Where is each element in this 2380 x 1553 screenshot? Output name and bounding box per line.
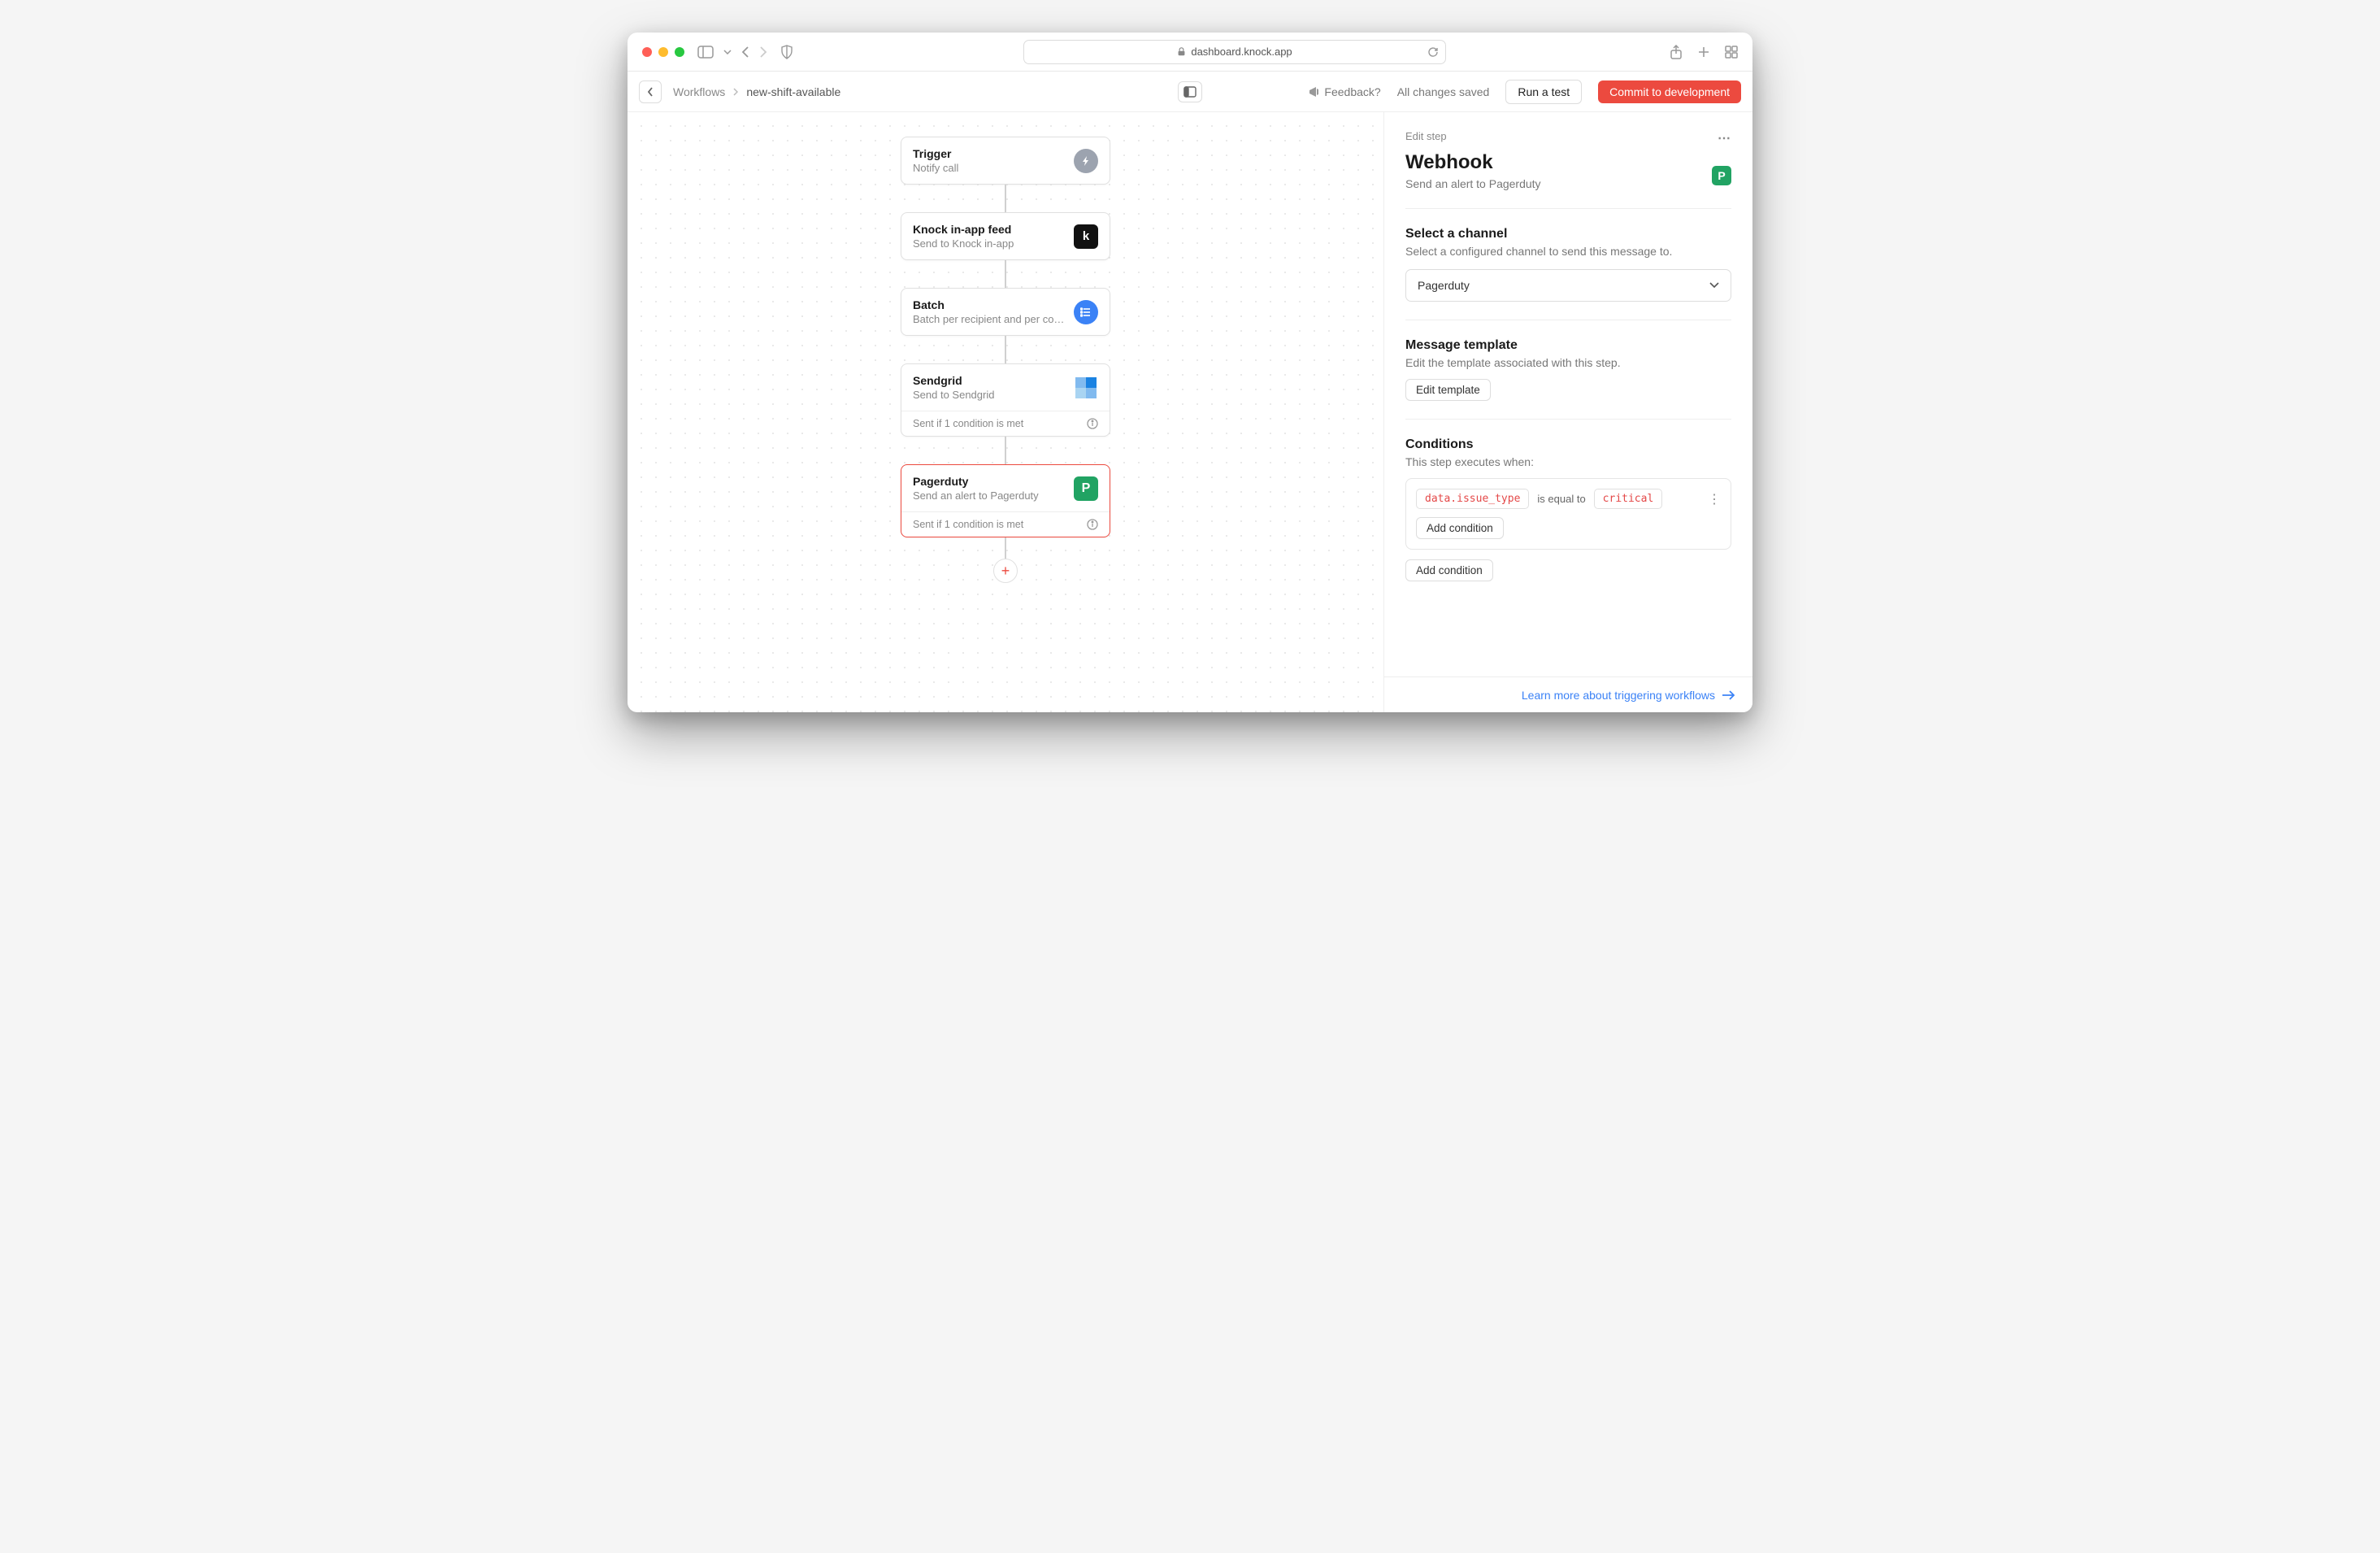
window-controls [642,47,684,57]
list-icon [1074,300,1098,324]
node-title: Pagerduty [913,475,1039,488]
connector [1005,260,1006,288]
panel-subtitle: Send an alert to Pagerduty [1405,177,1541,190]
close-window-button[interactable] [642,47,652,57]
node-subtitle: Batch per recipient and per co… [913,313,1064,325]
edit-step-panel: Edit step ⋯ Webhook Send an alert to Pag… [1383,112,1752,712]
node-title: Batch [913,298,1064,311]
section-title-conditions: Conditions [1405,437,1731,452]
panel-icon [1183,86,1197,98]
nav-forward-icon[interactable] [759,46,767,58]
minimize-window-button[interactable] [658,47,668,57]
connector [1005,185,1006,212]
node-trigger[interactable]: Trigger Notify call [901,137,1110,185]
save-status: All changes saved [1397,85,1490,98]
section-title-channel: Select a channel [1405,227,1731,241]
content-area: Trigger Notify call Knock in-app feed [628,112,1752,712]
lock-icon [1177,47,1186,56]
panel-label: Edit step [1405,130,1447,142]
refresh-icon[interactable] [1427,46,1439,58]
divider [1405,208,1731,209]
node-subtitle: Send to Sendgrid [913,389,994,401]
add-condition-outer-button[interactable]: Add condition [1405,559,1493,581]
node-condition-summary: Sent if 1 condition is met [913,418,1023,429]
tabs-overview-icon[interactable] [1725,46,1738,59]
app-topbar: Workflows new-shift-available Feedback? … [628,72,1752,112]
shield-icon[interactable] [780,45,793,59]
run-test-button[interactable]: Run a test [1505,80,1582,104]
chevron-right-icon [733,88,738,96]
learn-more-label: Learn more about triggering workflows [1522,689,1715,702]
bolt-icon [1074,149,1098,173]
node-title: Knock in-app feed [913,223,1014,236]
info-icon[interactable] [1087,519,1098,530]
condition-field: data.issue_type [1416,489,1529,509]
maximize-window-button[interactable] [675,47,684,57]
feedback-button[interactable]: Feedback? [1308,85,1380,98]
channel-select[interactable]: Pagerduty [1405,269,1731,302]
browser-titlebar: dashboard.knock.app [628,33,1752,72]
node-sendgrid[interactable]: Sendgrid Send to Sendgrid Sent if 1 cond… [901,363,1110,437]
address-bar[interactable]: dashboard.knock.app [1023,40,1446,64]
more-icon[interactable]: ⋯ [1718,130,1731,146]
connector [1005,336,1006,363]
feedback-label: Feedback? [1324,85,1380,98]
panel-title: Webhook [1405,151,1541,174]
node-subtitle: Send to Knock in-app [913,237,1014,250]
megaphone-icon [1308,86,1319,98]
commit-button[interactable]: Commit to development [1598,80,1741,103]
nav-back-icon[interactable] [741,46,749,58]
condition-more-icon[interactable]: ⋮ [1708,491,1721,507]
node-subtitle: Notify call [913,162,958,174]
section-subtitle-conditions: This step executes when: [1405,455,1731,468]
breadcrumb: Workflows new-shift-available [673,85,840,98]
chevron-left-icon [647,87,654,97]
node-knock-in-app[interactable]: Knock in-app feed Send to Knock in-app k [901,212,1110,260]
browser-window: dashboard.knock.app Workflows new-shift-… [628,33,1752,712]
condition-group: data.issue_type is equal to critical ⋮ A… [1405,478,1731,550]
channel-select-value: Pagerduty [1418,279,1470,292]
add-step-button[interactable]: + [993,559,1018,583]
learn-more-link[interactable]: Learn more about triggering workflows [1384,676,1752,712]
breadcrumb-root[interactable]: Workflows [673,85,725,98]
info-icon[interactable] [1087,418,1098,429]
node-subtitle: Send an alert to Pagerduty [913,489,1039,502]
share-icon[interactable] [1670,45,1683,59]
condition-row[interactable]: data.issue_type is equal to critical ⋮ [1416,489,1721,509]
section-title-template: Message template [1405,338,1731,353]
node-batch[interactable]: Batch Batch per recipient and per co… [901,288,1110,336]
node-title: Sendgrid [913,374,994,387]
breadcrumb-current: new-shift-available [746,85,840,98]
condition-value: critical [1594,489,1663,509]
sendgrid-icon [1074,376,1098,400]
arrow-right-icon [1722,690,1735,700]
new-tab-icon[interactable] [1697,46,1710,59]
chevron-down-icon [1709,282,1719,289]
add-condition-inner-button[interactable]: Add condition [1416,517,1504,539]
node-condition-summary: Sent if 1 condition is met [913,519,1023,530]
condition-operator: is equal to [1537,493,1585,505]
divider [1405,419,1731,420]
chevron-down-icon[interactable] [723,50,732,54]
panel-toggle-button[interactable] [1178,81,1202,102]
section-subtitle-channel: Select a configured channel to send this… [1405,245,1731,258]
sidebar-icon[interactable] [697,46,714,59]
address-bar-url: dashboard.knock.app [1191,46,1292,58]
node-title: Trigger [913,147,958,160]
edit-template-button[interactable]: Edit template [1405,379,1491,401]
section-subtitle-template: Edit the template associated with this s… [1405,356,1731,369]
node-pagerduty[interactable]: Pagerduty Send an alert to Pagerduty P S… [901,464,1110,537]
back-button[interactable] [639,80,662,103]
pagerduty-icon: P [1074,476,1098,501]
pagerduty-badge-icon: P [1712,166,1731,185]
knock-icon: k [1074,224,1098,249]
workflow-canvas[interactable]: Trigger Notify call Knock in-app feed [628,112,1383,712]
connector [1005,437,1006,464]
toolbar-left-group [697,46,767,59]
